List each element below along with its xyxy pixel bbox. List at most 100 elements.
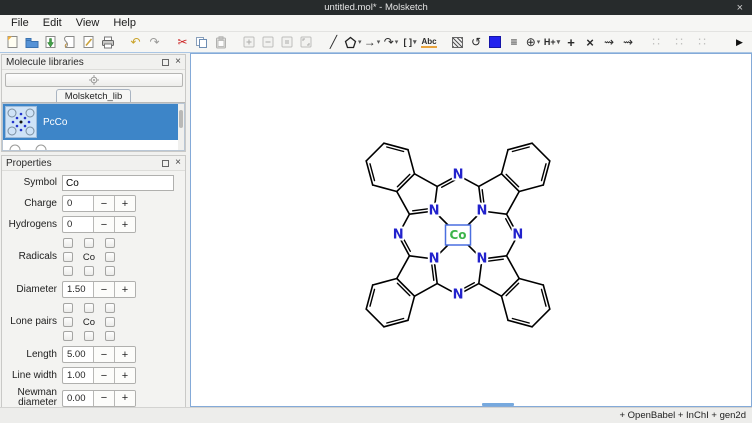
diameter-increment-button[interactable]: +	[114, 282, 135, 297]
float-panel-icon[interactable]	[162, 59, 169, 66]
lone-pair-checkbox[interactable]	[84, 303, 94, 313]
radical-checkbox[interactable]	[63, 266, 73, 276]
flip-horizontal-button[interactable]: ∷	[647, 33, 666, 52]
close-panel-icon[interactable]: ×	[175, 57, 181, 67]
atom-label-nitrogen[interactable]: N	[393, 228, 404, 243]
lone-pair-checkbox[interactable]	[63, 303, 73, 313]
symbol-input[interactable]	[62, 175, 174, 191]
radical-checkbox[interactable]	[63, 252, 73, 262]
menu-file[interactable]: File	[4, 16, 36, 30]
cut-button[interactable]: ✂	[173, 33, 192, 52]
library-item-partial[interactable]	[3, 140, 184, 151]
newman-diameter-decrement-button[interactable]: −	[93, 391, 114, 406]
radical-checkbox[interactable]	[84, 266, 94, 276]
radical-checkbox[interactable]	[105, 266, 115, 276]
length-increment-button[interactable]: +	[114, 347, 135, 362]
zoom-fit-button[interactable]	[296, 33, 315, 52]
library-settings-button[interactable]	[5, 73, 183, 87]
zoom-out-button[interactable]	[258, 33, 277, 52]
copy-button[interactable]	[192, 33, 211, 52]
paste-button[interactable]	[211, 33, 230, 52]
menu-view[interactable]: View	[69, 16, 107, 30]
draw-tool-button[interactable]: ╱	[324, 33, 343, 52]
color-picker-button[interactable]	[486, 33, 505, 52]
charge-increment-button[interactable]: +	[114, 196, 135, 211]
lone-pair-checkbox[interactable]	[105, 331, 115, 341]
float-properties-icon[interactable]	[162, 160, 169, 167]
charge-value[interactable]: 0	[63, 196, 93, 211]
line-width-button[interactable]: ≡	[505, 33, 524, 52]
length-decrement-button[interactable]: −	[93, 347, 114, 362]
atom-label-metal[interactable]: Co	[449, 228, 466, 242]
window-close-button[interactable]: ×	[737, 0, 743, 15]
curved-arrow-tool-button[interactable]: ↷▾	[382, 33, 401, 52]
print-button[interactable]	[98, 33, 117, 52]
hydrogens-increment-button[interactable]: +	[114, 217, 135, 232]
delete-tool-button[interactable]: ×	[581, 33, 600, 52]
hydrogens-decrement-button[interactable]: −	[93, 217, 114, 232]
toolbar-overflow-button[interactable]: ▶	[730, 33, 749, 52]
bracket-tool-button[interactable]: [ ]▾	[401, 33, 420, 52]
new-button[interactable]	[3, 33, 22, 52]
lone-pair-checkbox[interactable]	[105, 303, 115, 313]
atom-label-nitrogen[interactable]: N	[477, 252, 488, 267]
ring-tool-button[interactable]: ▾	[343, 33, 363, 52]
atom-label-nitrogen[interactable]: N	[453, 287, 464, 302]
ring-tool-dropdown[interactable]: ▾	[358, 38, 362, 46]
lone-pair-checkbox[interactable]	[63, 317, 73, 327]
diameter-decrement-button[interactable]: −	[93, 282, 114, 297]
close-properties-icon[interactable]: ×	[175, 158, 181, 168]
atom-label-nitrogen[interactable]: N	[453, 168, 464, 183]
atom-label-nitrogen[interactable]: N	[429, 204, 440, 219]
lone-pair-checkbox[interactable]	[63, 331, 73, 341]
align-button[interactable]: ∷	[693, 33, 712, 52]
flip-vertical-button[interactable]: ∷	[670, 33, 689, 52]
hydrogen-tool-button[interactable]: H+▾	[543, 33, 562, 52]
radical-checkbox[interactable]	[105, 252, 115, 262]
radical-checkbox[interactable]	[105, 238, 115, 248]
diameter-value[interactable]: 1.50	[63, 282, 93, 297]
zoom-in-button[interactable]	[239, 33, 258, 52]
atom-label-nitrogen[interactable]: N	[512, 228, 523, 243]
text-tool-button[interactable]: Abc	[420, 33, 439, 52]
library-item-pcco[interactable]: PcCo	[3, 104, 184, 140]
save-button[interactable]	[41, 33, 60, 52]
molecule-drawing[interactable]: N N N N N N N N Co	[191, 54, 752, 405]
tab-molsketch-lib[interactable]: Molsketch_lib	[56, 89, 132, 102]
newman-diameter-value[interactable]: 0.00	[63, 391, 93, 406]
mechanism-tool-2-button[interactable]: ⇝	[619, 33, 638, 52]
arrow-tool-dropdown[interactable]: ▾	[377, 38, 381, 46]
bracket-tool-dropdown[interactable]: ▾	[413, 38, 417, 46]
redo-button[interactable]: ↷	[145, 33, 164, 52]
menu-edit[interactable]: Edit	[36, 16, 69, 30]
line-width-increment-button[interactable]: +	[114, 368, 135, 383]
newman-diameter-increment-button[interactable]: +	[114, 391, 135, 406]
save-as-button[interactable]	[60, 33, 79, 52]
atom-label-nitrogen[interactable]: N	[477, 204, 488, 219]
move-tool-button[interactable]: +	[562, 33, 581, 52]
charge-dropdown[interactable]: ▾	[537, 38, 541, 46]
atom-label-nitrogen[interactable]: N	[429, 252, 440, 267]
length-value[interactable]: 5.00	[63, 347, 93, 362]
line-width-decrement-button[interactable]: −	[93, 368, 114, 383]
lone-pair-checkbox[interactable]	[84, 331, 94, 341]
library-scrollbar-thumb[interactable]	[179, 110, 183, 128]
hydrogens-value[interactable]: 0	[63, 217, 93, 232]
curved-arrow-dropdown[interactable]: ▾	[395, 38, 399, 46]
charge-decrement-button[interactable]: −	[93, 196, 114, 211]
charge-tool-button[interactable]: ⊕▾	[524, 33, 543, 52]
line-width-value[interactable]: 1.00	[63, 368, 93, 383]
undo-button[interactable]: ↶	[126, 33, 145, 52]
open-button[interactable]	[22, 33, 41, 52]
zoom-reset-button[interactable]	[277, 33, 296, 52]
radical-checkbox[interactable]	[63, 238, 73, 248]
rotate-tool-button[interactable]: ↺	[467, 33, 486, 52]
canvas-hscrollbar-thumb[interactable]	[482, 403, 514, 406]
radical-checkbox[interactable]	[84, 238, 94, 248]
drawing-canvas[interactable]: N N N N N N N N Co	[190, 53, 752, 407]
export-button[interactable]	[79, 33, 98, 52]
hydrogen-dropdown[interactable]: ▾	[557, 38, 561, 46]
lone-pair-checkbox[interactable]	[105, 317, 115, 327]
library-scrollbar[interactable]	[178, 104, 184, 150]
hatch-tool-button[interactable]	[448, 33, 467, 52]
